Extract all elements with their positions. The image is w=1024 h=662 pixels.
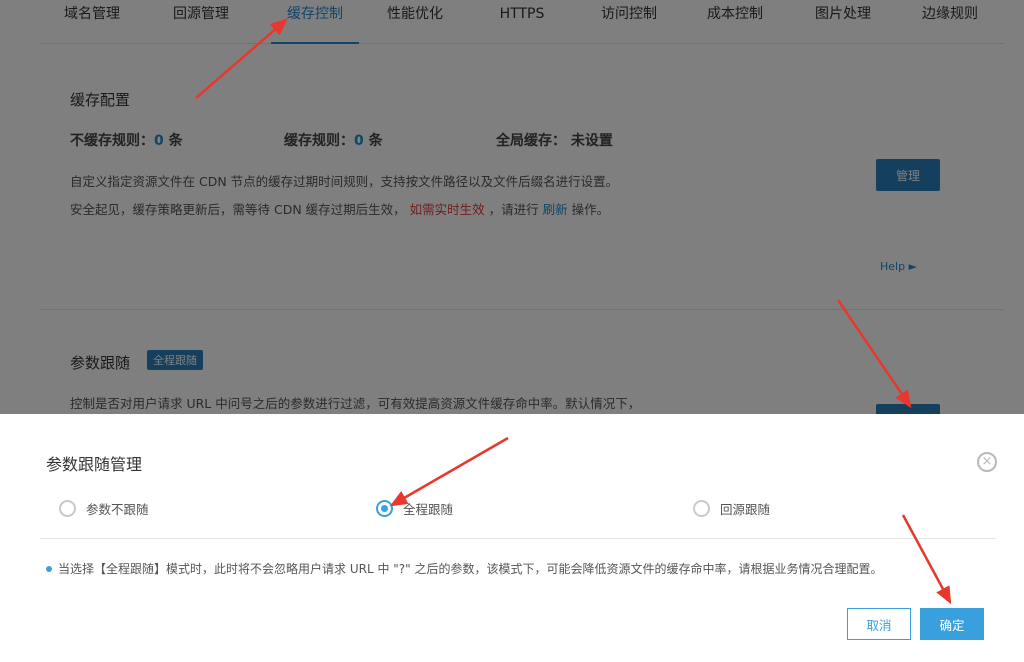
radio-full-follow-label: 全程跟随 <box>403 502 454 517</box>
radio-unchecked-icon[interactable] <box>59 500 76 517</box>
close-icon[interactable]: × <box>977 452 997 472</box>
modal-notice-text: 当选择【全程跟随】模式时，此时将不会忽略用户请求 URL 中 "?" 之后的参数… <box>58 562 883 576</box>
radio-no-follow-label: 参数不跟随 <box>86 502 149 517</box>
radio-full-follow[interactable]: 全程跟随 <box>376 499 453 518</box>
radio-origin-follow-label: 回源跟随 <box>720 502 771 517</box>
radio-origin-follow[interactable]: 回源跟随 <box>693 499 770 518</box>
bullet-icon <box>46 565 52 572</box>
modal-backdrop[interactable] <box>0 0 1024 414</box>
cancel-button[interactable]: 取消 <box>847 608 911 640</box>
radio-no-follow[interactable]: 参数不跟随 <box>59 499 149 518</box>
modal-title: 参数跟随管理 <box>46 455 143 474</box>
modal-divider <box>40 538 996 539</box>
param-follow-modal: 参数跟随管理 × 参数不跟随 全程跟随 回源跟随 当选择【全程跟随】模式时，此时… <box>0 414 1024 662</box>
radio-checked-icon[interactable] <box>376 500 393 517</box>
radio-unchecked-icon[interactable] <box>693 500 710 517</box>
confirm-button[interactable]: 确定 <box>920 608 984 640</box>
modal-notice: 当选择【全程跟随】模式时，此时将不会忽略用户请求 URL 中 "?" 之后的参数… <box>46 560 882 577</box>
